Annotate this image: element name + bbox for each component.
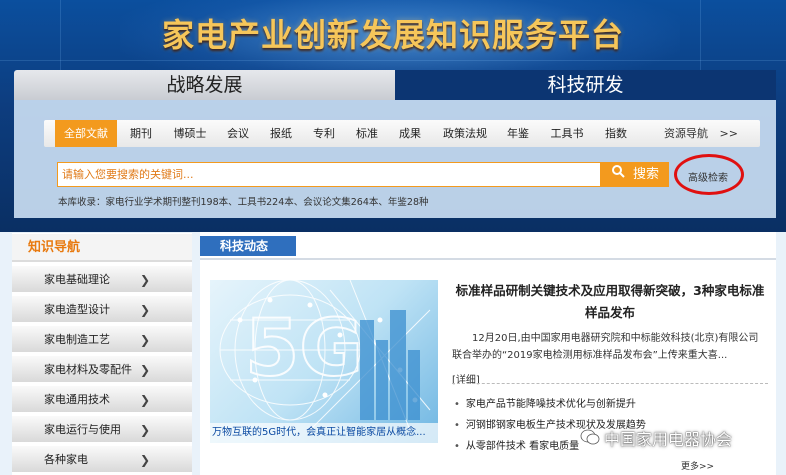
sidebar-item-label: 家电运行与使用 — [44, 423, 121, 436]
resource-nav-arrow: >> — [719, 127, 738, 140]
chevron-right-icon: ❯ — [139, 303, 150, 317]
sidebar-item-label: 家电通用技术 — [44, 393, 110, 406]
sidebar-item-materials[interactable]: 家电材料及零配件 ❯ — [12, 356, 192, 384]
site-title: 家电产业创新发展知识服务平台 — [161, 16, 624, 54]
category-conference[interactable]: 会议 — [220, 120, 256, 147]
resource-nav-label: 资源导航 — [664, 127, 708, 140]
search-input[interactable] — [57, 162, 601, 187]
category-standard[interactable]: 标准 — [349, 120, 385, 147]
category-patent[interactable]: 专利 — [306, 120, 342, 147]
resource-nav-link[interactable]: 资源导航 >> — [664, 120, 738, 147]
banner-decor-line — [0, 60, 786, 61]
sidebar-item-general-tech[interactable]: 家电通用技术 ❯ — [12, 386, 192, 414]
category-index[interactable]: 指数 — [598, 120, 634, 147]
chevron-right-icon: ❯ — [139, 273, 150, 287]
sidebar-item-basic-theory[interactable]: 家电基础理论 ❯ — [12, 266, 192, 294]
news-image-5g[interactable]: 5G 万物互联的5G时代，会真正让智能家居从概念... — [210, 280, 438, 443]
tab-research[interactable]: 科技研发 — [395, 70, 776, 100]
category-achievement[interactable]: 成果 — [392, 120, 428, 147]
news-divider — [200, 258, 776, 260]
sidebar-title: 知识导航 — [12, 234, 192, 262]
category-yearbook[interactable]: 年鉴 — [500, 120, 536, 147]
article-title[interactable]: 标准样品研制关键技术及应用取得新突破，3种家电标准样品发布 — [450, 280, 770, 324]
more-news-link[interactable]: 更多>> — [681, 459, 714, 472]
sidebar-item-styling-design[interactable]: 家电造型设计 ❯ — [12, 296, 192, 324]
sidebar-item-label: 家电制造工艺 — [44, 333, 110, 346]
news-bullet-item[interactable]: 家电产品节能降噪技术优化与创新提升 — [454, 395, 636, 410]
watermark-text: 中国家用电器协会 — [604, 430, 733, 449]
5g-illustration: 5G — [219, 280, 431, 431]
highlight-annotation-circle — [674, 154, 744, 195]
category-reference[interactable]: 工具书 — [544, 120, 590, 147]
sidebar-item-appliances[interactable]: 各种家电 ❯ — [12, 446, 192, 474]
tab-strategy[interactable]: 战略发展 — [14, 70, 395, 100]
sidebar-item-label: 家电基础理论 — [44, 273, 110, 286]
news-bullet-item[interactable]: 从零部件技术 看家电质量 — [454, 437, 579, 452]
news-section-title: 科技动态 — [200, 236, 296, 256]
search-button-label: 搜索 — [632, 167, 659, 182]
category-journal[interactable]: 期刊 — [122, 120, 160, 147]
sidebar-item-manufacturing[interactable]: 家电制造工艺 ❯ — [12, 326, 192, 354]
chevron-right-icon: ❯ — [139, 363, 150, 377]
sidebar-item-label: 各种家电 — [44, 453, 88, 466]
sidebar-item-operation[interactable]: 家电运行与使用 ❯ — [12, 416, 192, 444]
collection-stats: 本库收录：家电行业学术期刊整刊198本、工具书224本、会议论文集264本、年鉴… — [58, 197, 429, 208]
watermark: 中国家用电器协会 — [580, 426, 732, 450]
chevron-right-icon: ❯ — [139, 423, 150, 437]
search-icon — [611, 162, 625, 187]
chevron-right-icon: ❯ — [139, 333, 150, 347]
chevron-right-icon: ❯ — [139, 453, 150, 467]
svg-text:5G: 5G — [245, 304, 363, 394]
sidebar-item-label: 家电材料及零配件 — [44, 363, 132, 376]
dashed-divider — [452, 383, 768, 384]
category-all[interactable]: 全部文献 — [55, 120, 117, 147]
category-newspaper[interactable]: 报纸 — [263, 120, 299, 147]
article-summary: 12月20日,由中国家用电器研究院和中标能效科技(北京)有限公司联合举办的“20… — [452, 333, 759, 361]
search-button[interactable]: 搜索 — [601, 162, 669, 187]
category-bar: 全部文献 期刊 博硕士 会议 报纸 专利 标准 成果 政策法规 年鉴 工具书 指… — [44, 120, 760, 147]
sidebar-item-label: 家电造型设计 — [44, 303, 110, 316]
news-image-caption[interactable]: 万物互联的5G时代，会真正让智能家居从概念... — [210, 423, 438, 443]
wechat-icon — [580, 429, 600, 445]
category-thesis[interactable]: 博硕士 — [166, 120, 214, 147]
chevron-right-icon: ❯ — [139, 393, 150, 407]
category-policy[interactable]: 政策法规 — [436, 120, 494, 147]
